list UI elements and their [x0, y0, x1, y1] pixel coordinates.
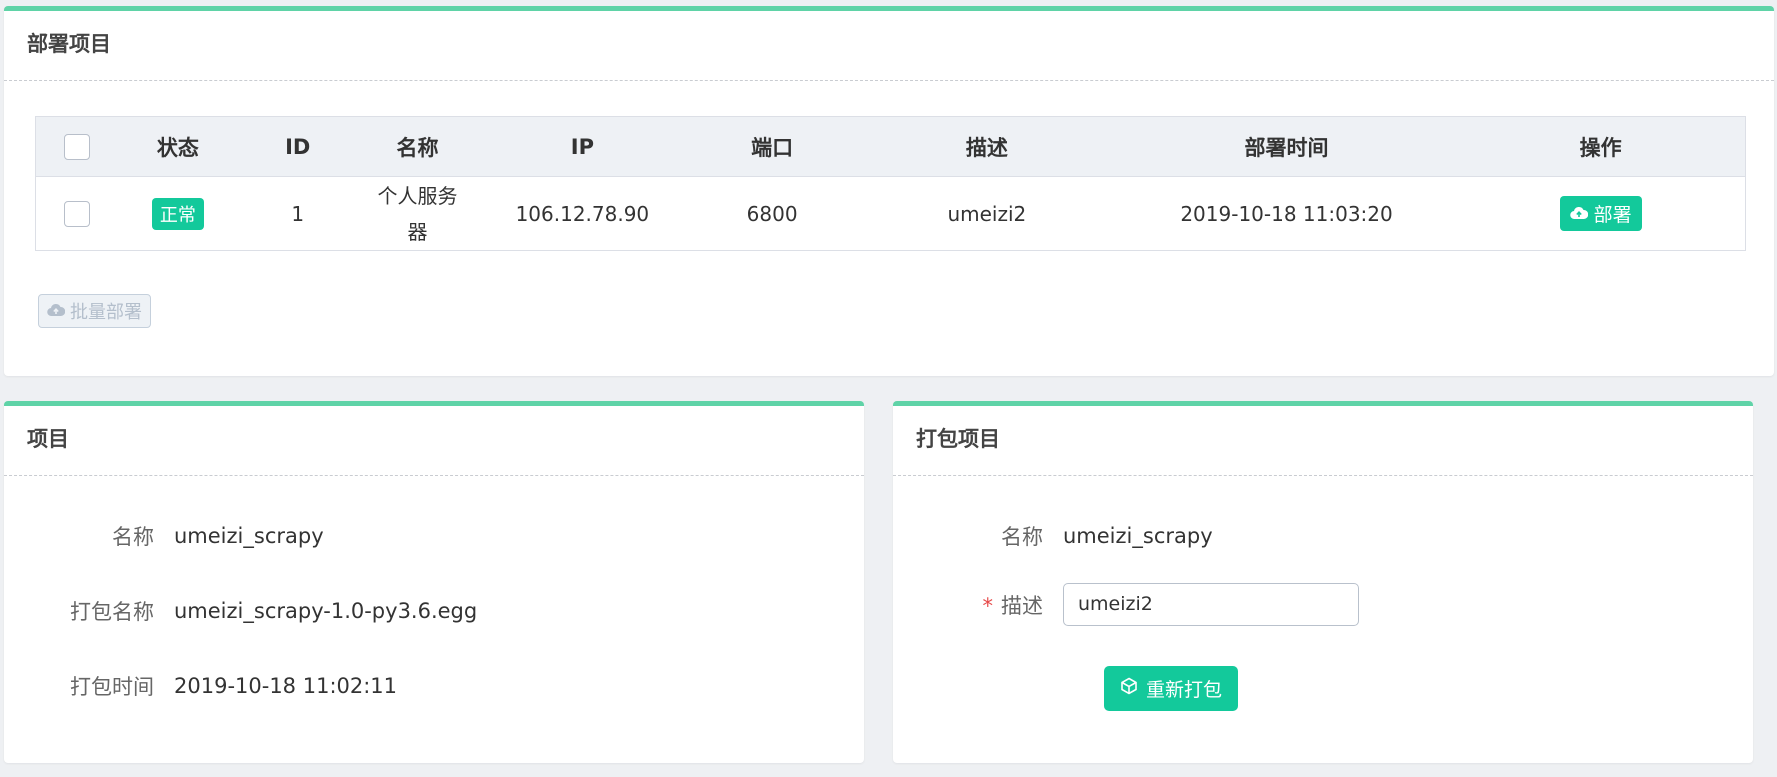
- cloud-upload-icon: [47, 301, 66, 322]
- column-header-ip: IP: [570, 134, 594, 159]
- row-id: 1: [291, 201, 305, 226]
- deploy-table: 状态 ID 名称 IP 端口 描述 部署时间 操作 正常 1 个人服务 器 10…: [35, 116, 1746, 251]
- status-badge: 正常: [151, 197, 204, 230]
- table-row: 正常 1 个人服务 器 106.12.78.90 6800 umeizi2 20…: [36, 177, 1745, 250]
- panel-title: 项目: [4, 406, 864, 476]
- description-label: * 描述: [893, 590, 1063, 620]
- package-time-label: 打包时间: [70, 675, 154, 699]
- table-header: 状态 ID 名称 IP 端口 描述 部署时间 操作: [36, 117, 1745, 177]
- description-input[interactable]: umeizi2: [1063, 583, 1359, 626]
- description-row: * 描述 umeizi2: [893, 583, 1359, 626]
- project-panel: 项目 名称 umeizi_scrapy 打包名称 umeizi_scrapy-1…: [4, 401, 864, 763]
- select-all-checkbox[interactable]: [63, 133, 90, 160]
- project-name-row: 名称 umeizi_scrapy: [4, 521, 324, 551]
- repackage-button-label: 重新打包: [1146, 679, 1223, 701]
- panel-title: 部署项目: [4, 11, 1774, 81]
- row-checkbox[interactable]: [63, 200, 90, 227]
- project-name-value: umeizi_scrapy: [174, 524, 324, 548]
- row-port: 6800: [746, 201, 798, 226]
- row-deploy-time: 2019-10-18 11:03:20: [1180, 201, 1393, 226]
- package-project-name-label: 名称: [1001, 525, 1043, 549]
- package-project-panel: 打包项目 名称 umeizi_scrapy * 描述 umeizi2 重新打包: [893, 401, 1753, 763]
- repackage-button[interactable]: 重新打包: [1104, 666, 1239, 711]
- row-description: umeizi2: [947, 201, 1027, 226]
- batch-deploy-button[interactable]: 批量部署: [38, 294, 151, 328]
- package-name-label: 打包名称: [70, 600, 154, 624]
- column-header-id: ID: [285, 134, 311, 159]
- column-header-action: 操作: [1579, 135, 1622, 160]
- row-name: 个人服务 器: [358, 178, 478, 250]
- project-name-label: 名称: [112, 525, 154, 549]
- row-name-line2: 器: [407, 219, 428, 244]
- column-header-description: 描述: [965, 135, 1008, 160]
- deploy-button[interactable]: 部署: [1559, 196, 1642, 231]
- column-header-name: 名称: [396, 135, 439, 160]
- deploy-projects-panel: 部署项目 状态 ID 名称 IP 端口 描述 部署时间 操作 正常 1 个人服务…: [4, 6, 1774, 376]
- package-icon: [1120, 677, 1138, 700]
- package-time-row: 打包时间 2019-10-18 11:02:11: [4, 671, 397, 701]
- deploy-button-label: 部署: [1593, 204, 1632, 226]
- package-name-value: umeizi_scrapy-1.0-py3.6.egg: [174, 599, 478, 623]
- package-project-name-row: 名称 umeizi_scrapy: [893, 521, 1213, 551]
- column-header-deploy-time: 部署时间: [1244, 135, 1329, 160]
- row-ip: 106.12.78.90: [515, 201, 650, 226]
- cloud-upload-icon: [1569, 203, 1588, 225]
- column-header-status: 状态: [156, 135, 199, 160]
- required-mark: *: [982, 593, 994, 618]
- panel-title: 打包项目: [893, 406, 1753, 476]
- batch-deploy-label: 批量部署: [70, 302, 142, 323]
- package-project-name-value: umeizi_scrapy: [1063, 524, 1213, 548]
- row-name-line1: 个人服务: [377, 183, 458, 208]
- package-time-value: 2019-10-18 11:02:11: [174, 674, 398, 698]
- description-label-text: 描述: [1001, 593, 1043, 618]
- package-name-row: 打包名称 umeizi_scrapy-1.0-py3.6.egg: [4, 596, 477, 626]
- column-header-port: 端口: [751, 135, 794, 160]
